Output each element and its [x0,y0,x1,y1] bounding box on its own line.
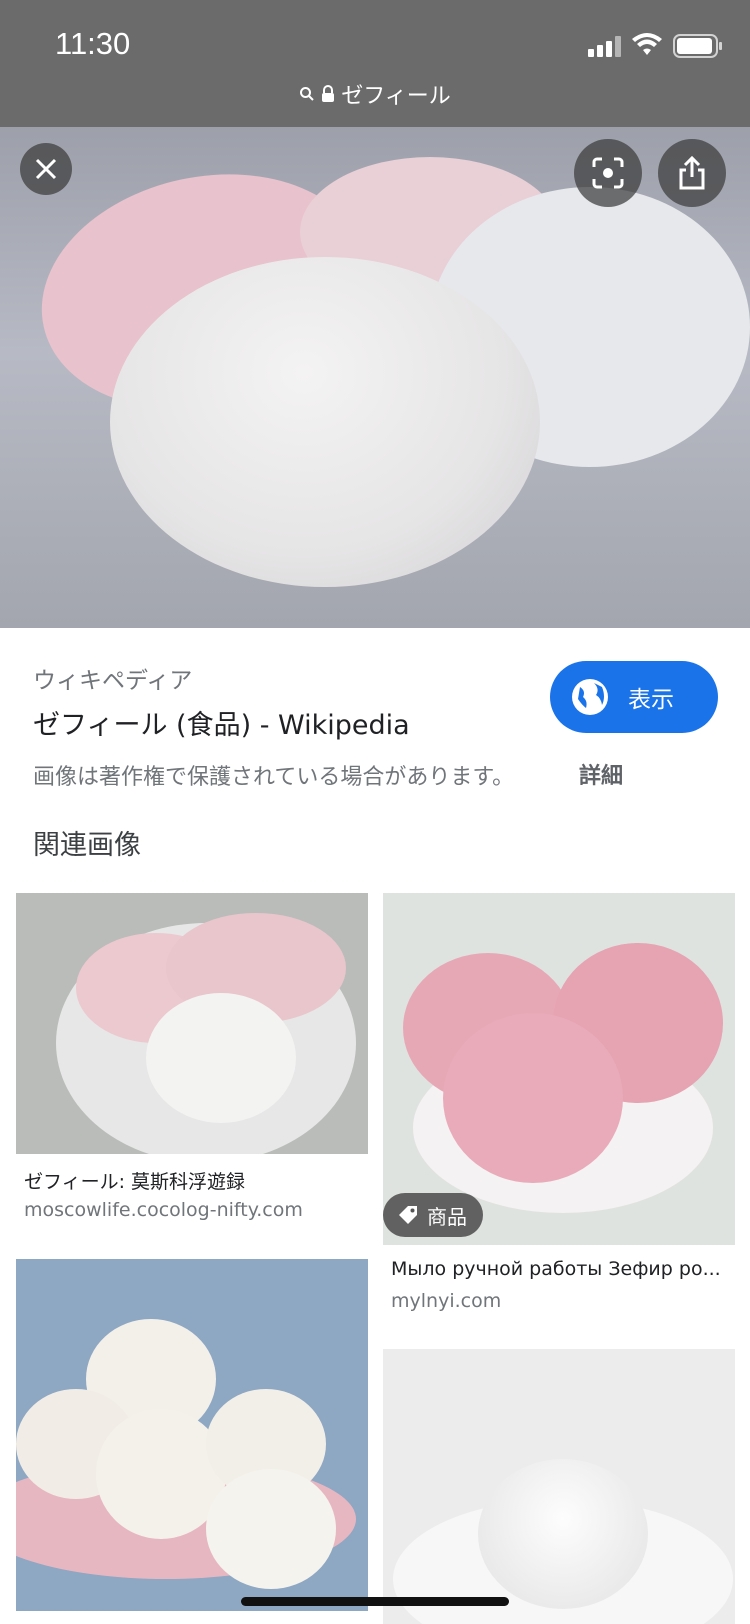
lens-icon [592,157,624,189]
related-caption-2[interactable]: Мыло ручной работы Зефир ро... [391,1258,721,1280]
browser-top-bar: 11:30 ゼフィール [0,0,750,127]
share-icon [679,156,705,190]
home-indicator[interactable] [241,1597,509,1606]
related-thumbnail-4[interactable] [383,1349,735,1624]
wifi-icon [632,33,662,55]
product-badge-label: 商品 [427,1204,467,1229]
lock-icon [322,85,335,102]
url-bar[interactable]: ゼフィール [0,78,750,112]
visit-button[interactable]: 表示 [550,661,718,733]
url-text: ゼフィール [341,84,451,109]
tag-icon [399,1206,417,1224]
visit-label: 表示 [628,687,674,713]
related-heading: 関連画像 [33,830,141,861]
product-badge: 商品 [383,1193,483,1237]
details-link[interactable]: 詳細 [579,758,623,790]
search-icon [300,87,314,101]
cellular-signal-icon [588,35,624,57]
related-domain-1: moscowlife.cocolog-nifty.com [24,1199,303,1221]
battery-icon [673,34,722,58]
status-time: 11:30 [55,26,131,61]
globe-icon [572,679,608,715]
main-image[interactable] [0,127,750,628]
lens-button[interactable] [574,139,642,207]
close-icon [35,158,57,180]
source-name: ウィキペディア [33,668,193,694]
related-thumbnail-3[interactable] [16,1259,368,1611]
related-thumbnail-1[interactable] [16,893,368,1154]
white-zefir-shape-front [110,257,540,587]
close-button[interactable] [20,143,72,195]
related-caption-1[interactable]: ゼフィール: 莫斯科浮遊録 [24,1167,245,1194]
result-title[interactable]: ゼフィール (食品) - Wikipedia [33,703,410,742]
copyright-notice: 画像は著作権で保護されている場合があります。 [33,765,515,790]
related-domain-2: mylnyi.com [391,1290,502,1312]
share-button[interactable] [658,139,726,207]
